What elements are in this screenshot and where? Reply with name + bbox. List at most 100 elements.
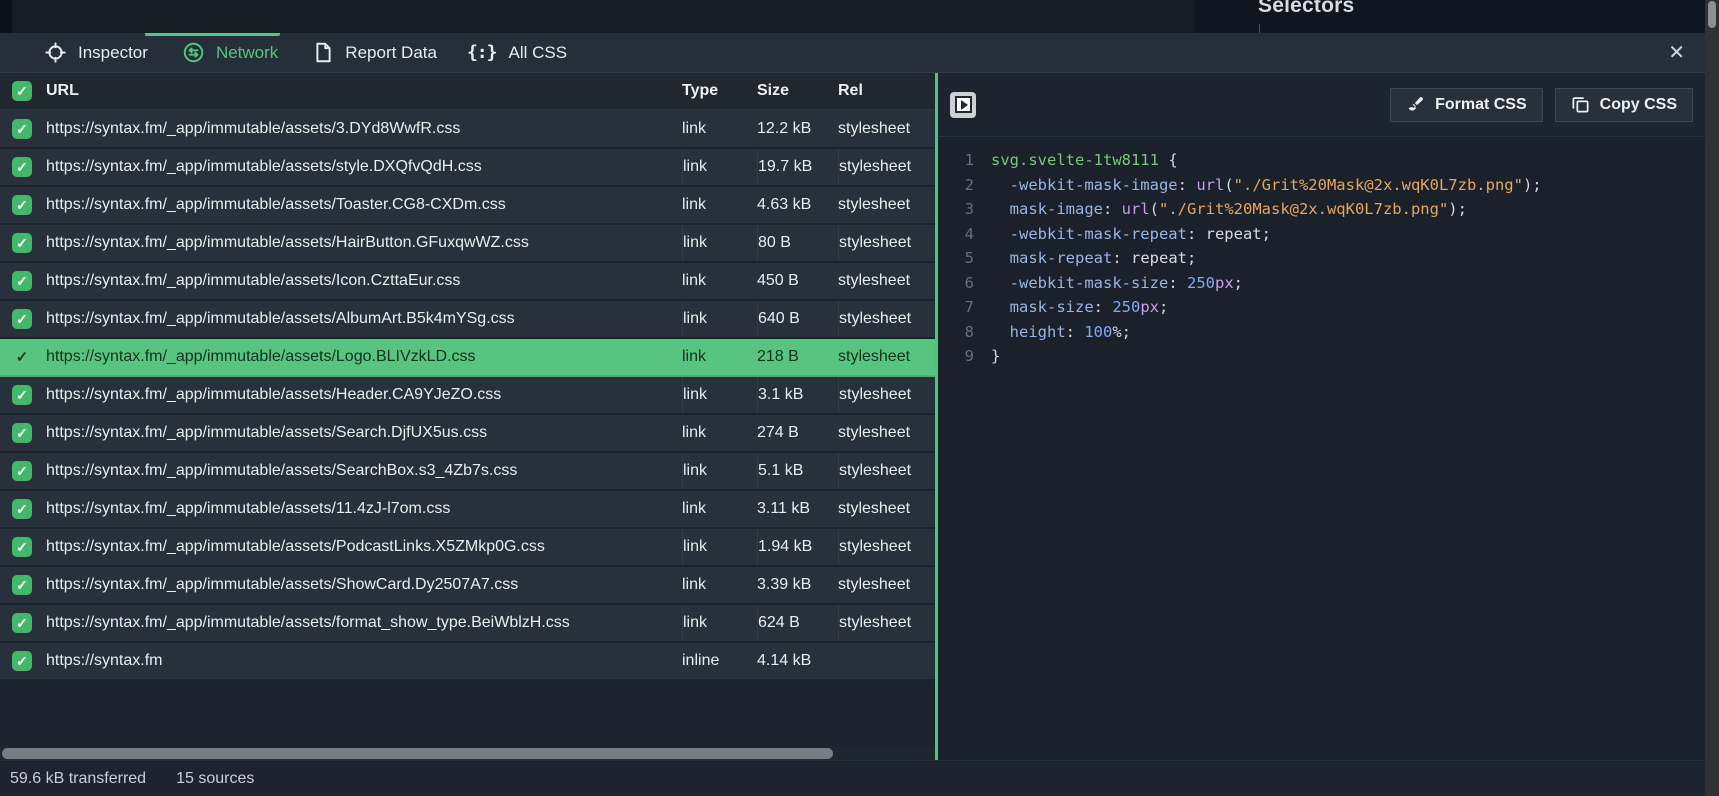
- url-cell: https://syntax.fm/_app/immutable/assets/…: [46, 234, 682, 252]
- row-checkbox[interactable]: ✓: [12, 613, 32, 633]
- code-token: (: [1150, 197, 1159, 222]
- row-checkmark[interactable]: ✓: [12, 348, 32, 366]
- tab-all-css[interactable]: {:} All CSS: [467, 42, 567, 63]
- code-token: "./Grit%20Mask@2x.wqK0L7zb.png": [1159, 197, 1448, 222]
- devtools-panel: Inspector Network Report Data {:} All CS…: [0, 33, 1705, 796]
- crosshair-icon: [45, 42, 66, 63]
- type-cell: link: [682, 272, 757, 290]
- rel-cell: stylesheet: [838, 348, 935, 366]
- select-all-checkbox[interactable]: ✓: [12, 81, 32, 101]
- row-checkbox[interactable]: ✓: [12, 423, 32, 443]
- line-number: 6: [948, 271, 974, 296]
- rel-cell: stylesheet: [838, 149, 935, 185]
- table-row[interactable]: ✓ https://syntax.fm/_app/immutable/assets…: [0, 301, 935, 339]
- url-cell: https://syntax.fm/_app/immutable/assets/…: [46, 462, 682, 480]
- table-row[interactable]: ✓https://syntax.fm/_app/immutable/assets…: [0, 567, 935, 605]
- document-icon: [314, 42, 333, 63]
- css-source-panel: Format CSS Copy CSS 1svg.svelte-1tw8111 …: [938, 73, 1705, 760]
- code-line: 8 height: 100%;: [948, 320, 1705, 345]
- browser-scrollbar-thumb[interactable]: [1708, 1, 1716, 28]
- header-type: Type: [682, 82, 757, 100]
- css-code-viewer[interactable]: 1svg.svelte-1tw8111 {2 -webkit-mask-imag…: [938, 137, 1705, 760]
- tab-label: Network: [216, 43, 278, 63]
- table-row[interactable]: ✓ https://syntax.fm/_app/immutable/assets…: [0, 529, 935, 567]
- header-rel: Rel: [838, 82, 935, 100]
- table-row[interactable]: ✓ https://syntax.fm/_app/immutable/assets…: [0, 453, 935, 491]
- url-cell: https://syntax.fm/_app/immutable/assets/…: [46, 538, 682, 556]
- copy-css-button[interactable]: Copy CSS: [1555, 88, 1693, 122]
- code-token: :: [1066, 320, 1085, 345]
- row-checkbox[interactable]: ✓: [12, 385, 32, 405]
- type-cell: link: [682, 301, 757, 337]
- table-row[interactable]: ✓https://syntax.fm/_app/immutable/assets…: [0, 605, 935, 643]
- row-checkbox[interactable]: ✓: [12, 195, 32, 215]
- url-cell: https://syntax.fm/_app/immutable/assets/…: [46, 500, 682, 518]
- code-token: mask-repeat: [991, 246, 1112, 271]
- row-checkbox[interactable]: ✓: [12, 461, 32, 481]
- tab-bar: Inspector Network Report Data {:} All CS…: [0, 33, 1705, 73]
- tab-report-data[interactable]: Report Data: [314, 42, 437, 63]
- table-row[interactable]: ✓https://syntax.fm/_app/immutable/assets…: [0, 111, 935, 149]
- row-checkbox-cell: ✓: [0, 385, 46, 405]
- table-row[interactable]: ✓https://syntax.fm/_app/immutable/assets…: [0, 339, 935, 377]
- copy-icon: [1571, 95, 1590, 114]
- tab-network[interactable]: Network: [183, 42, 278, 63]
- row-checkbox[interactable]: ✓: [12, 651, 32, 671]
- close-icon[interactable]: ✕: [1668, 43, 1685, 63]
- code-token: url: [1196, 173, 1224, 198]
- horizontal-scrollbar-thumb[interactable]: [2, 748, 833, 759]
- panel-content: ✓ URL Type Size Rel ✓https://syntax.fm/_…: [0, 73, 1705, 760]
- table-row[interactable]: ✓https://syntax.fminline4.14 kB: [0, 643, 935, 681]
- browser-scrollbar[interactable]: [1705, 0, 1719, 796]
- transfer-arrows-icon: [183, 42, 204, 63]
- line-number: 8: [948, 320, 974, 345]
- size-cell: 274 B: [757, 424, 838, 442]
- code-token: height: [991, 320, 1066, 345]
- table-row[interactable]: ✓ https://syntax.fm/_app/immutable/assets…: [0, 491, 935, 529]
- code-token: -webkit-mask-size: [991, 271, 1168, 296]
- size-cell: 3.39 kB: [757, 576, 838, 594]
- row-checkbox[interactable]: ✓: [12, 537, 32, 557]
- size-cell: 450 B: [757, 272, 838, 290]
- type-cell: link: [682, 453, 757, 489]
- panel-expand-icon[interactable]: [950, 92, 976, 118]
- row-checkbox[interactable]: ✓: [12, 233, 32, 253]
- url-cell: https://syntax.fm/_app/immutable/assets/…: [46, 196, 682, 214]
- row-checkbox[interactable]: ✓: [12, 119, 32, 139]
- size-cell: 80 B: [757, 225, 838, 261]
- transferred-total: 59.6 kB transferred: [10, 770, 146, 788]
- row-checkbox[interactable]: ✓: [12, 271, 32, 291]
- tab-label: Inspector: [78, 43, 148, 63]
- status-bar: 59.6 kB transferred 15 sources: [0, 760, 1705, 796]
- code-line: 4 -webkit-mask-repeat: repeat;: [948, 222, 1705, 247]
- row-checkbox[interactable]: ✓: [12, 499, 32, 519]
- table-row[interactable]: ✓https://syntax.fm/_app/immutable/assets…: [0, 415, 935, 453]
- tab-label: All CSS: [508, 43, 567, 63]
- format-css-button[interactable]: Format CSS: [1390, 88, 1543, 122]
- row-checkbox[interactable]: ✓: [12, 575, 32, 595]
- row-checkbox[interactable]: ✓: [12, 157, 32, 177]
- code-token: :: [1187, 222, 1206, 247]
- size-cell: 12.2 kB: [757, 120, 838, 138]
- selectors-heading: Selectors: [1258, 0, 1354, 18]
- table-row[interactable]: ✓ https://syntax.fm/_app/immutable/assets…: [0, 187, 935, 225]
- table-row[interactable]: ✓https://syntax.fm/_app/immutable/assets…: [0, 149, 935, 187]
- copy-css-label: Copy CSS: [1600, 96, 1677, 114]
- code-token: repeat: [1206, 222, 1262, 247]
- line-number: 5: [948, 246, 974, 271]
- line-number: 2: [948, 173, 974, 198]
- table-row[interactable]: ✓https://syntax.fm/_app/immutable/assets…: [0, 377, 935, 415]
- table-row[interactable]: ✓ https://syntax.fm/_app/immutable/assets…: [0, 225, 935, 263]
- horizontal-scrollbar[interactable]: [0, 747, 935, 760]
- code-line: 1svg.svelte-1tw8111 {: [948, 148, 1705, 173]
- table-row[interactable]: ✓https://syntax.fm/_app/immutable/assets…: [0, 263, 935, 301]
- tab-inspector[interactable]: Inspector: [45, 42, 148, 63]
- type-cell: link: [682, 424, 757, 442]
- code-token: 100: [1084, 320, 1112, 345]
- code-token: ;: [1187, 246, 1196, 271]
- size-cell: 3.1 kB: [757, 377, 838, 413]
- type-cell: inline: [682, 652, 757, 670]
- row-checkbox[interactable]: ✓: [12, 309, 32, 329]
- row-checkbox-cell: ✓: [0, 499, 46, 519]
- url-cell: https://syntax.fm/_app/immutable/assets/…: [46, 310, 682, 328]
